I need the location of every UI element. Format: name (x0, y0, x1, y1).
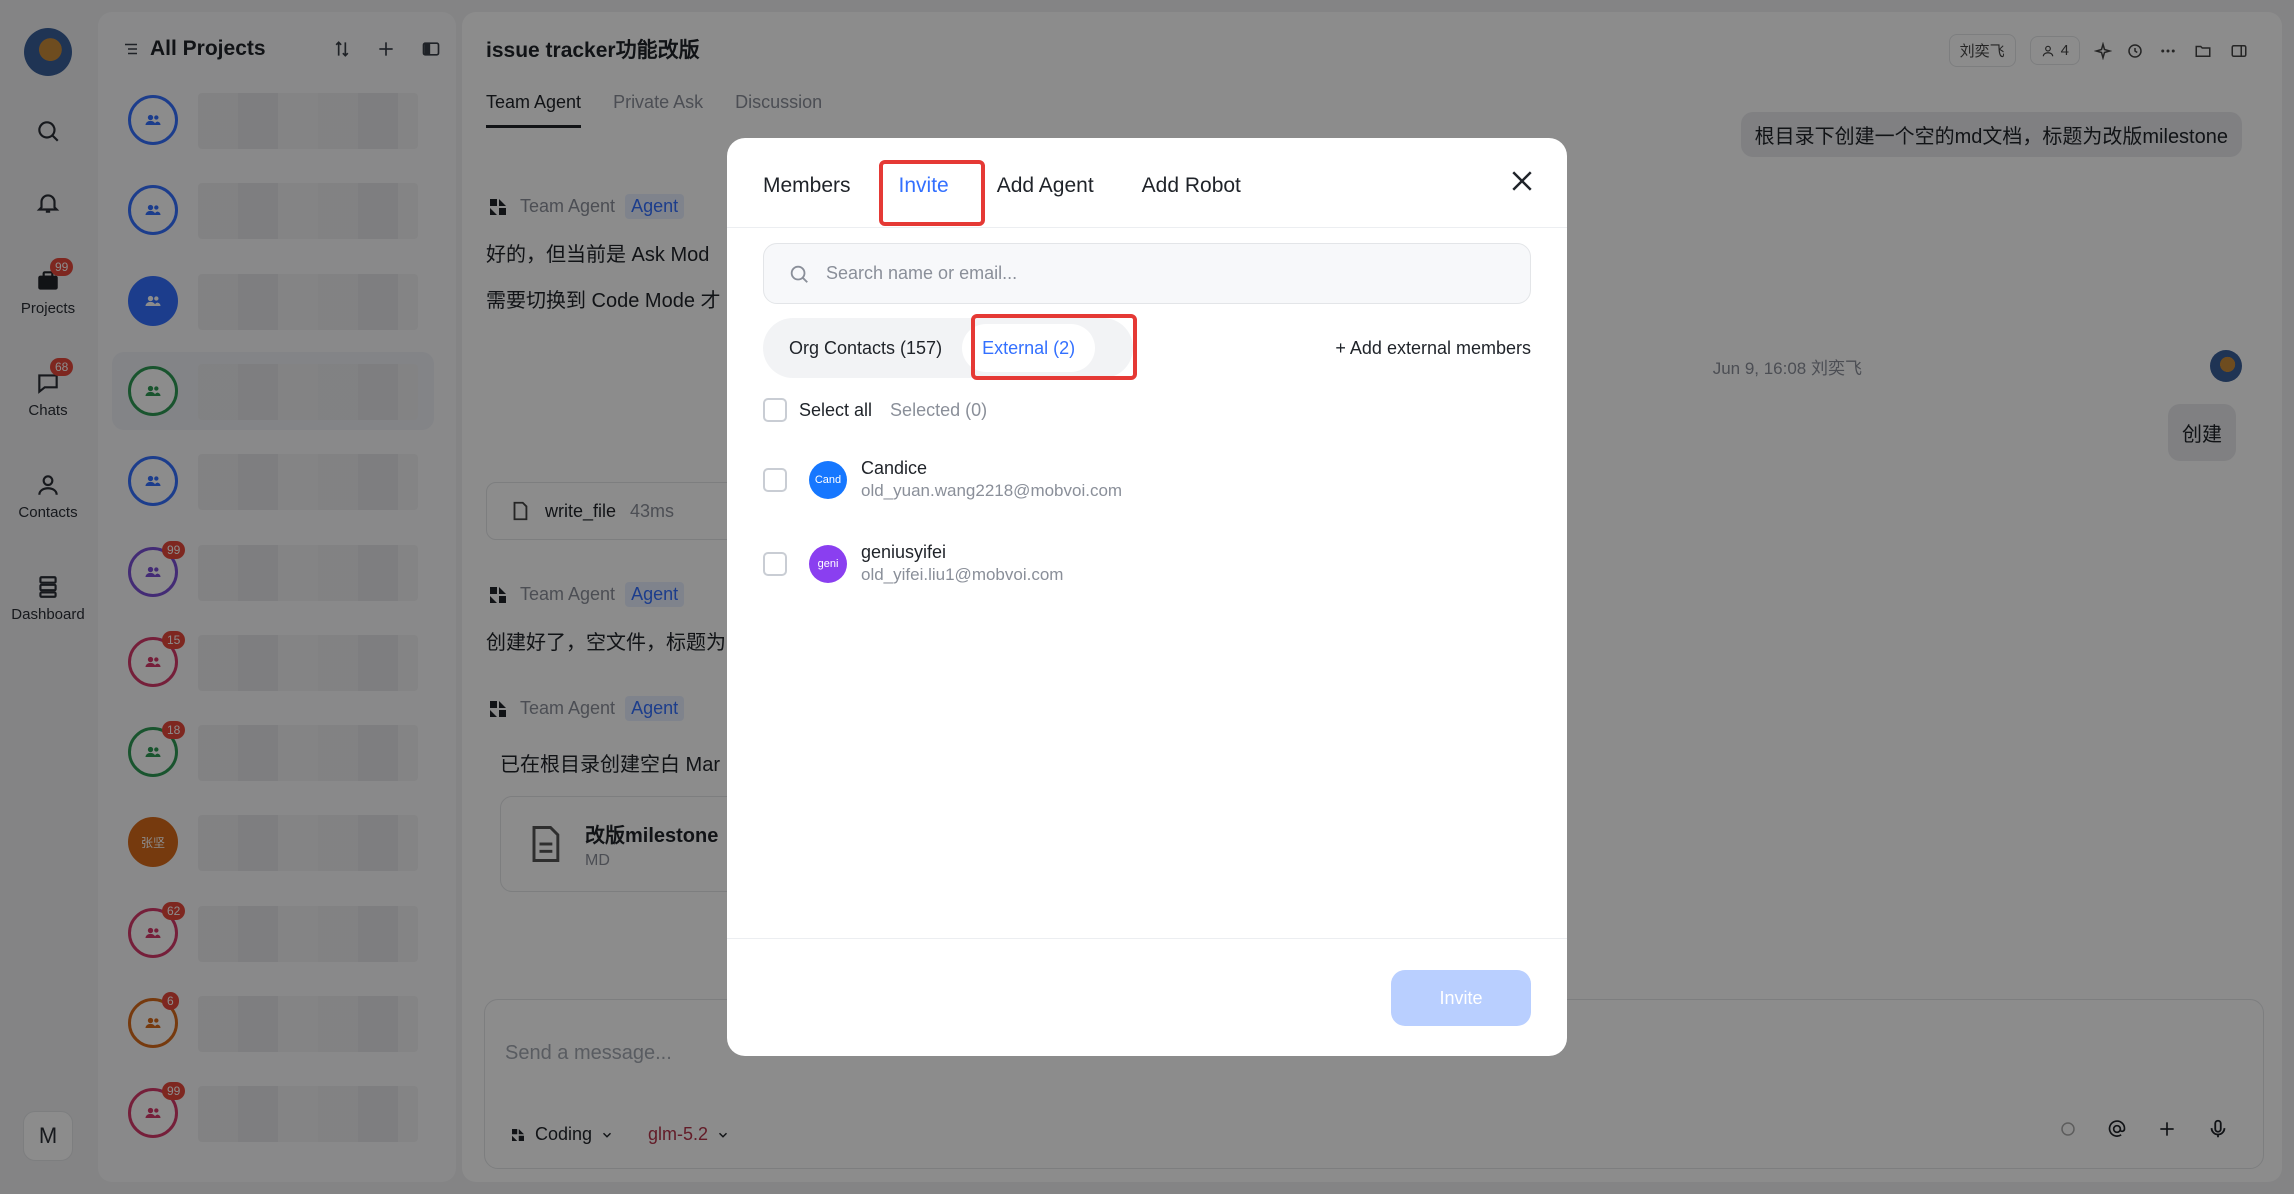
search-icon (790, 265, 808, 283)
add-external-members-link[interactable]: + Add external members (1335, 338, 1531, 359)
invite-modal: Members Invite Add Agent Add Robot Org C… (727, 138, 1567, 1056)
close-icon[interactable] (1507, 166, 1537, 196)
contact-email: old_yuan.wang2218@mobvoi.com (861, 481, 1123, 500)
contact-checkbox[interactable] (763, 467, 787, 492)
contact-avatar: Cand (809, 460, 847, 499)
contact-name: geniusyifei (861, 542, 947, 562)
org-contacts-tab[interactable]: Org Contacts (157) (769, 324, 962, 372)
search-input[interactable] (826, 263, 1476, 284)
modal-footer-divider (727, 938, 1567, 939)
contact-avatar: geni (809, 544, 847, 583)
contact-name: Candice (861, 458, 928, 478)
selected-count: Selected (0) (890, 399, 988, 420)
tab-members[interactable]: Members (763, 174, 851, 198)
contact-checkbox[interactable] (763, 551, 787, 576)
member-search (763, 243, 1531, 304)
select-all-label[interactable]: Select all (799, 400, 872, 421)
select-all-row: Select all Selected (0) (763, 398, 987, 422)
contact-row[interactable]: geni geniusyifei old_yifei.liu1@mobvoi.c… (763, 542, 1063, 585)
invite-button[interactable]: Invite (1391, 970, 1531, 1026)
tab-add-robot[interactable]: Add Robot (1142, 174, 1241, 198)
tab-add-agent[interactable]: Add Agent (997, 174, 1094, 198)
modal-tabs: Members Invite Add Agent Add Robot (763, 174, 1241, 198)
contact-email: old_yifei.liu1@mobvoi.com (861, 565, 1064, 584)
modal-divider (727, 227, 1567, 228)
highlight-box-invite-tab (879, 160, 985, 226)
contact-row[interactable]: Cand Candice old_yuan.wang2218@mobvoi.co… (763, 458, 1122, 501)
select-all-checkbox[interactable] (763, 398, 787, 422)
highlight-box-external-tab (971, 314, 1137, 380)
